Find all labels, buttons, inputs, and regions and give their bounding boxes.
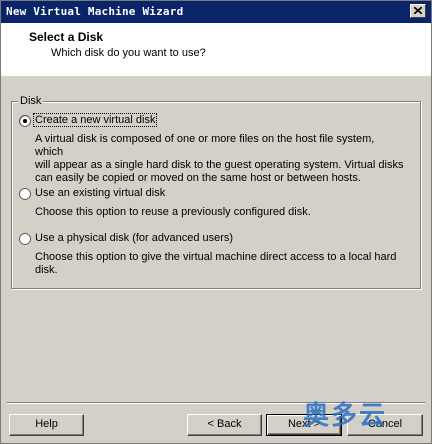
header-divider [1,75,431,76]
option-description: A virtual disk is composed of one or mor… [35,133,405,185]
option-label[interactable]: Use an existing virtual disk [35,187,165,199]
desc-line: A virtual disk is composed of one or mor… [35,133,375,158]
radio-unselected-icon[interactable] [19,233,31,245]
page-subtitle: Which disk do you want to use? [51,47,206,59]
radio-unselected-icon[interactable] [19,188,31,200]
option-label[interactable]: Use a physical disk (for advanced users) [35,232,233,244]
close-icon [414,7,422,14]
wizard-window: New Virtual Machine Wizard Select a Disk… [0,0,432,444]
window-title: New Virtual Machine Wizard [6,5,184,18]
title-bar: New Virtual Machine Wizard [1,1,431,23]
close-button[interactable] [410,4,426,18]
option-description: Choose this option to give the virtual m… [35,251,405,277]
back-button[interactable]: < Back [187,414,262,436]
desc-line: Choose this option to reuse a previously… [35,206,311,218]
help-button[interactable]: Help [9,414,84,436]
desc-line: Choose this option to give the virtual m… [35,251,397,263]
desc-line: disk. [35,264,58,276]
watermark-logo: 奥多云 [303,401,388,431]
radio-selected-icon[interactable] [19,115,31,127]
desc-line: will appear as a single hard disk to the… [35,159,404,171]
option-label[interactable]: Create a new virtual disk [32,113,158,127]
desc-line: can easily be copied or moved on the sam… [35,172,361,184]
page-title: Select a Disk [29,30,104,44]
option-description: Choose this option to reuse a previously… [35,206,405,219]
wizard-header: Select a Disk Which disk do you want to … [1,23,431,76]
disk-group-label: Disk [18,95,44,107]
